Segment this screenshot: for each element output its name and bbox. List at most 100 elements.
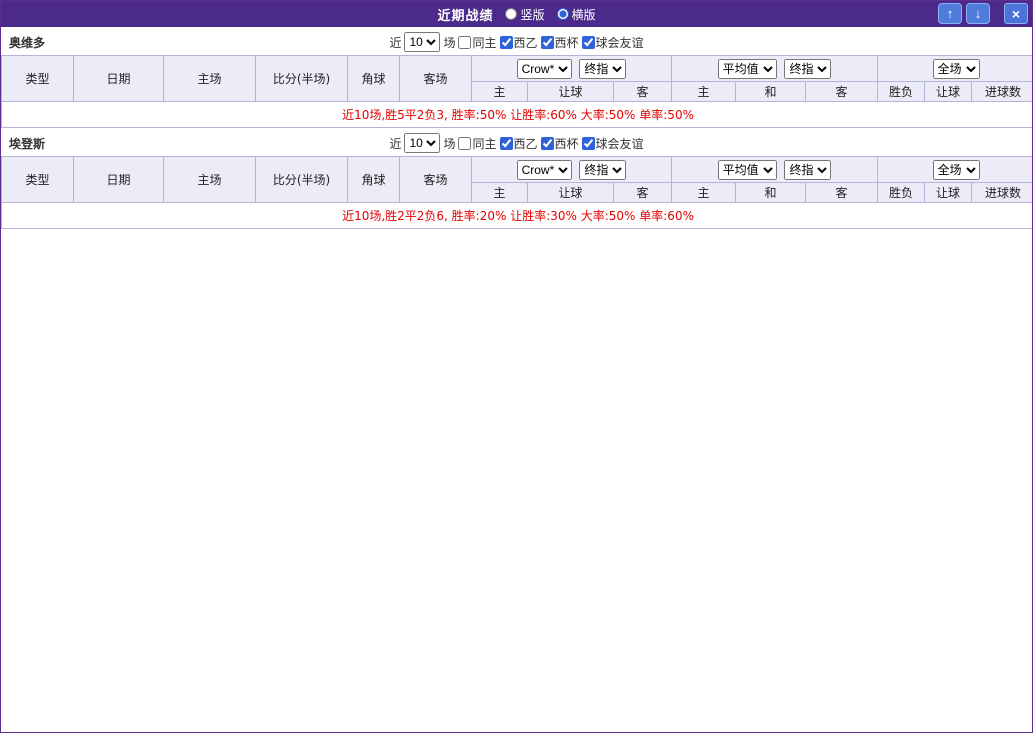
games-label: 场 bbox=[443, 35, 456, 50]
friendly-label: 球会友谊 bbox=[595, 35, 644, 50]
sub-header-home-odds: 主 bbox=[471, 182, 528, 203]
scroll-up-button[interactable]: ↑ bbox=[938, 3, 962, 24]
filter-group: 近 10 场 同主 西乙 西杯 球会友谊 bbox=[389, 32, 644, 52]
vertical-layout-radio[interactable] bbox=[505, 8, 518, 20]
section-summary: 近10场,胜5平2负3, 胜率:50% 让胜率:60% 大率:50% 单率:50… bbox=[1, 101, 1032, 128]
near-label: 近 bbox=[389, 35, 402, 50]
copa-label: 西杯 bbox=[554, 35, 579, 50]
odds-group-header: Crow* 终指 bbox=[470, 156, 673, 183]
team-name: 奥维多 bbox=[9, 35, 46, 50]
vertical-layout-label: 竖版 bbox=[520, 7, 545, 22]
league-filter-segunda[interactable]: 西乙 bbox=[499, 135, 538, 152]
col-header-home: 主场 bbox=[163, 156, 256, 203]
col-header-type: 类型 bbox=[1, 55, 74, 102]
header-group-row: 类型 日期 主场 比分(半场) 角球 客场 Crow* 终指 平均值 终指 全场 bbox=[1, 55, 1032, 102]
fullmatch-select[interactable]: 全场 bbox=[932, 58, 980, 79]
sub-header-avg-draw: 和 bbox=[735, 182, 807, 203]
avg-group-header: 平均值 终指 bbox=[671, 55, 879, 82]
match-count-select[interactable]: 10 bbox=[404, 133, 441, 153]
friendly-checkbox[interactable] bbox=[581, 35, 595, 49]
friendly-label: 球会友谊 bbox=[595, 136, 644, 151]
odds-kind-select[interactable]: 终指 bbox=[579, 159, 627, 180]
sub-header-avg-home: 主 bbox=[671, 81, 737, 102]
scroll-down-button[interactable]: ↓ bbox=[966, 3, 990, 24]
section-controls: 奥维多 近 10 场 同主 西乙 西杯 球会友谊 bbox=[1, 29, 1032, 55]
copa-label: 西杯 bbox=[554, 136, 579, 151]
col-header-away: 客场 bbox=[399, 55, 472, 102]
col-header-corner: 角球 bbox=[347, 156, 400, 203]
window-buttons: ↑ ↓ × bbox=[938, 3, 1028, 24]
sub-header-home-odds: 主 bbox=[471, 81, 528, 102]
avg-source-select[interactable]: 平均值 bbox=[717, 159, 777, 180]
league-filter-segunda[interactable]: 西乙 bbox=[499, 34, 538, 51]
filter-group: 近 10 场 同主 西乙 西杯 球会友谊 bbox=[389, 133, 644, 153]
segunda-checkbox[interactable] bbox=[499, 35, 513, 49]
layout-option-vertical[interactable]: 竖版 bbox=[505, 6, 545, 23]
section-controls: 埃登斯 近 10 场 同主 西乙 西杯 球会友谊 bbox=[1, 130, 1032, 156]
sub-header-away-odds: 客 bbox=[612, 182, 673, 203]
sub-header-result: 胜负 bbox=[877, 81, 926, 102]
team-name: 埃登斯 bbox=[9, 136, 46, 151]
title-group: 近期战绩 竖版 横版 bbox=[437, 5, 595, 24]
odds-kind-select[interactable]: 终指 bbox=[579, 58, 627, 79]
col-header-date: 日期 bbox=[73, 156, 164, 203]
page-title: 近期战绩 bbox=[437, 8, 494, 24]
friendly-checkbox[interactable] bbox=[581, 136, 595, 150]
col-header-score: 比分(半场) bbox=[255, 55, 348, 102]
summary-row: 近10场,胜5平2负3, 胜率:50% 让胜率:60% 大率:50% 单率:50… bbox=[1, 101, 1032, 128]
segunda-label: 西乙 bbox=[513, 136, 538, 151]
avg-group-header: 平均值 终指 bbox=[671, 156, 879, 183]
avg-kind-select[interactable]: 终指 bbox=[784, 58, 832, 79]
team-section-eldense: 埃登斯 近 10 场 同主 西乙 西杯 球会友谊 类型 日期 主场 比分(半场)… bbox=[1, 130, 1032, 229]
sub-header-avg-away: 客 bbox=[805, 81, 879, 102]
sub-header-handicap: 让球 bbox=[527, 182, 614, 203]
same-home-label: 同主 bbox=[472, 136, 497, 151]
results-table: 类型 日期 主场 比分(半场) 角球 客场 Crow* 终指 平均值 终指 全场… bbox=[1, 156, 1032, 229]
match-count-select[interactable]: 10 bbox=[404, 32, 441, 52]
same-home-option[interactable]: 同主 bbox=[458, 34, 497, 51]
league-filter-copa[interactable]: 西杯 bbox=[540, 135, 579, 152]
sub-header-avg-draw: 和 bbox=[735, 81, 807, 102]
sub-header-avg-home: 主 bbox=[671, 182, 737, 203]
titlebar: 近期战绩 竖版 横版 ↑ ↓ × bbox=[1, 1, 1032, 27]
team-section-oviedo: 奥维多 近 10 场 同主 西乙 西杯 球会友谊 类型 日期 主场 比分(半场)… bbox=[1, 29, 1032, 128]
league-filter-copa[interactable]: 西杯 bbox=[540, 34, 579, 51]
col-header-type: 类型 bbox=[1, 156, 74, 203]
segunda-label: 西乙 bbox=[513, 35, 538, 50]
copa-checkbox[interactable] bbox=[540, 35, 554, 49]
col-header-home: 主场 bbox=[163, 55, 256, 102]
section-summary: 近10场,胜2平2负6, 胜率:20% 让胜率:30% 大率:50% 单率:60… bbox=[1, 202, 1032, 229]
copa-checkbox[interactable] bbox=[540, 136, 554, 150]
sub-header-goals: 进球数 bbox=[971, 182, 1032, 203]
horizontal-layout-radio[interactable] bbox=[556, 8, 569, 20]
same-home-option[interactable]: 同主 bbox=[458, 135, 497, 152]
league-filter-friendly[interactable]: 球会友谊 bbox=[581, 135, 644, 152]
col-header-corner: 角球 bbox=[347, 55, 400, 102]
segunda-checkbox[interactable] bbox=[499, 136, 513, 150]
layout-option-horizontal[interactable]: 横版 bbox=[556, 6, 596, 23]
odds-source-select[interactable]: Crow* bbox=[516, 58, 572, 79]
fullmatch-select[interactable]: 全场 bbox=[932, 159, 980, 180]
recent-results-panel: 近期战绩 竖版 横版 ↑ ↓ × 奥维多 近 10 场 同主 西乙 西杯 球会友… bbox=[0, 0, 1033, 733]
results-table: 类型 日期 主场 比分(半场) 角球 客场 Crow* 终指 平均值 终指 全场… bbox=[1, 55, 1032, 128]
sub-header-goals: 进球数 bbox=[971, 81, 1032, 102]
league-filter-friendly[interactable]: 球会友谊 bbox=[581, 34, 644, 51]
close-button[interactable]: × bbox=[1004, 3, 1028, 24]
summary-row: 近10场,胜2平2负6, 胜率:20% 让胜率:30% 大率:50% 单率:60… bbox=[1, 202, 1032, 229]
sub-header-away-odds: 客 bbox=[612, 81, 673, 102]
odds-source-select[interactable]: Crow* bbox=[516, 159, 572, 180]
col-header-date: 日期 bbox=[73, 55, 164, 102]
col-header-away: 客场 bbox=[399, 156, 472, 203]
same-home-checkbox[interactable] bbox=[458, 136, 472, 150]
sub-header-handicap-result: 让球 bbox=[924, 81, 973, 102]
avg-kind-select[interactable]: 终指 bbox=[784, 159, 832, 180]
horizontal-layout-label: 横版 bbox=[571, 7, 596, 22]
same-home-checkbox[interactable] bbox=[458, 35, 472, 49]
fullmatch-group-header: 全场 bbox=[877, 156, 1032, 183]
odds-group-header: Crow* 终指 bbox=[470, 55, 673, 82]
near-label: 近 bbox=[389, 136, 402, 151]
sub-header-handicap-result: 让球 bbox=[924, 182, 973, 203]
avg-source-select[interactable]: 平均值 bbox=[717, 58, 777, 79]
col-header-score: 比分(半场) bbox=[255, 156, 348, 203]
fullmatch-group-header: 全场 bbox=[877, 55, 1032, 82]
